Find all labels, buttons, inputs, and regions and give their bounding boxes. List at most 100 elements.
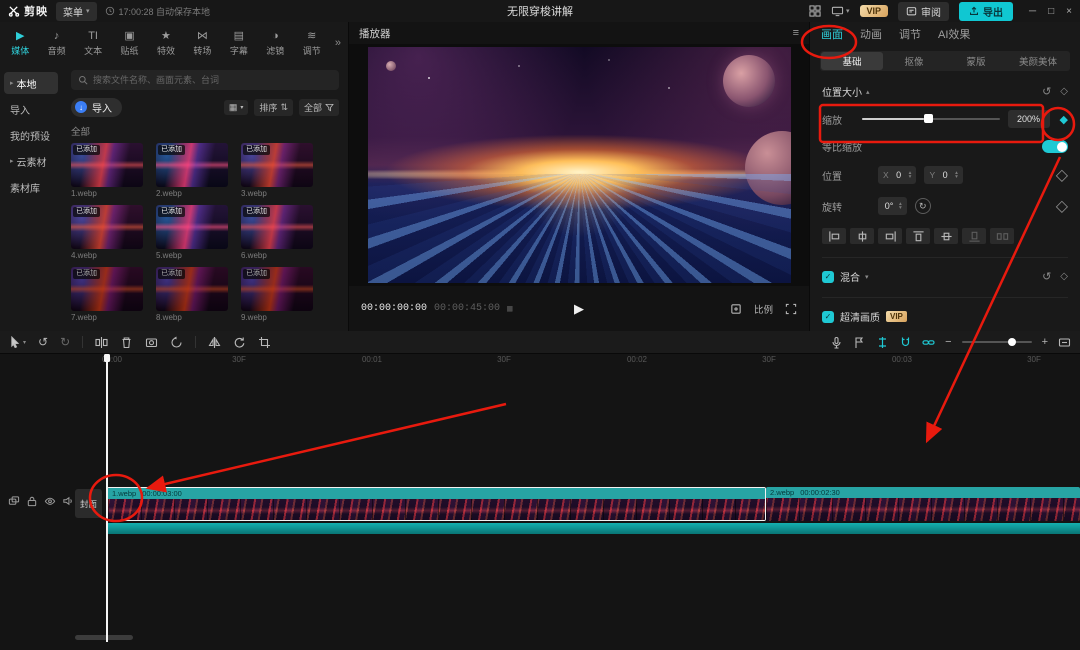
freeze-frame-button[interactable] [145, 336, 158, 349]
tab-animation[interactable]: 动画 [860, 26, 882, 42]
layout-icon[interactable] [809, 5, 821, 17]
tab-ai-effects[interactable]: AI效果 [938, 26, 970, 42]
uniform-scale-toggle[interactable] [1042, 140, 1068, 153]
step-down-icon[interactable]: ▾ [955, 175, 958, 180]
media-thumbnail[interactable]: 已添加 [241, 143, 313, 187]
align-right-button[interactable] [878, 228, 902, 244]
main-track-icon[interactable] [8, 495, 20, 507]
rotation-dial[interactable]: ↻ [915, 198, 931, 214]
mirror-button[interactable] [208, 336, 221, 349]
lock-track-icon[interactable] [26, 495, 38, 507]
y-value[interactable]: 0 [939, 170, 951, 180]
step-down-icon[interactable]: ▾ [909, 175, 912, 180]
tab-audio[interactable]: ♪ 音频 [38, 22, 74, 64]
tab-sticker[interactable]: ▣ 贴纸 [111, 22, 147, 64]
clip-filmstrip[interactable] [108, 499, 765, 521]
fullscreen-icon[interactable] [785, 303, 797, 315]
reverse-button[interactable] [170, 336, 183, 349]
fit-timeline-button[interactable] [1058, 336, 1071, 349]
scale-keyframe-button[interactable]: ◆ [1060, 113, 1068, 126]
scale-value[interactable]: 200% [1008, 110, 1050, 128]
media-item[interactable]: 已添加 5.webp [156, 205, 228, 260]
media-thumbnail[interactable]: 已添加 [156, 143, 228, 187]
media-item[interactable]: 已添加 6.webp [241, 205, 313, 260]
close-button[interactable]: × [1066, 6, 1072, 17]
tab-captions[interactable]: ▤ 字幕 [221, 22, 257, 64]
timeline-zoom-slider[interactable] [962, 341, 1032, 343]
tab-media[interactable]: ▶ 媒体 [2, 22, 38, 64]
search-input[interactable] [93, 75, 332, 85]
sidebar-item-local[interactable]: ▸ 本地 [4, 72, 58, 94]
vip-badge[interactable]: VIP [860, 5, 889, 17]
keyframe-icon[interactable]: ◇ [1060, 271, 1068, 282]
delete-button[interactable] [120, 336, 133, 349]
mute-track-icon[interactable] [62, 495, 74, 507]
maximize-button[interactable]: □ [1048, 6, 1054, 17]
media-thumbnail[interactable]: 已添加 [241, 205, 313, 249]
blend-checkbox[interactable]: ✓ [822, 271, 834, 283]
subtab-mask[interactable]: 蒙版 [945, 52, 1007, 70]
position-keyframe-icon[interactable]: ◇ [1056, 165, 1068, 185]
media-item[interactable]: 已添加 1.webp [71, 143, 143, 198]
media-item[interactable]: 已添加 3.webp [241, 143, 313, 198]
subtab-beauty[interactable]: 美颜美体 [1007, 52, 1069, 70]
export-button[interactable]: 导出 [959, 2, 1013, 21]
display-mode-button[interactable]: ▾ [831, 5, 850, 17]
step-down-icon[interactable]: ▾ [899, 206, 902, 211]
zoom-out-button[interactable]: − [945, 336, 951, 348]
import-button[interactable]: ↓ 导入 [71, 98, 122, 117]
media-thumbnail[interactable]: 已添加 [71, 143, 143, 187]
more-tabs-chevron[interactable]: » [330, 22, 346, 64]
cover-button[interactable]: 封面 [75, 489, 102, 518]
media-thumbnail[interactable]: 已添加 [71, 267, 143, 311]
tab-effects[interactable]: ★ 特效 [148, 22, 184, 64]
sidebar-item-library[interactable]: 素材库 [4, 176, 58, 198]
x-value[interactable]: 0 [893, 170, 905, 180]
media-item[interactable]: 已添加 7.webp [71, 267, 143, 322]
media-thumbnail[interactable]: 已添加 [71, 205, 143, 249]
auto-beat-button[interactable] [853, 336, 866, 349]
timeline-ruler[interactable]: 00:00 30F 00:01 30F 00:02 30F 00:03 30F [0, 354, 1080, 367]
sidebar-item-cloud[interactable]: ▸ 云素材 [4, 150, 58, 172]
preview-axis-button[interactable] [876, 336, 889, 349]
keyframe-icon[interactable]: ◇ [1060, 86, 1068, 97]
snap-magnet-button[interactable] [899, 336, 912, 349]
record-voiceover-button[interactable] [830, 336, 843, 349]
media-item[interactable]: 已添加 8.webp [156, 267, 228, 322]
rotate-button[interactable] [233, 336, 246, 349]
ratio-button[interactable]: 比例 [754, 302, 773, 316]
clip-2[interactable]: 2.webp 00:00:02:30 [766, 487, 1080, 521]
tab-transitions[interactable]: ⋈ 转场 [184, 22, 220, 64]
subtab-cutout[interactable]: 抠像 [883, 52, 945, 70]
review-button[interactable]: 审阅 [898, 2, 949, 21]
clip-1[interactable]: 1.webp 00:00:03:00 [107, 487, 766, 521]
select-tool-button[interactable]: ▾ [9, 336, 26, 348]
fit-frame-icon[interactable] [730, 303, 742, 315]
chevron-down-icon[interactable]: ▾ [865, 273, 869, 281]
align-bottom-button[interactable] [962, 228, 986, 244]
clip-filmstrip[interactable] [766, 498, 1080, 521]
search-bar[interactable] [71, 70, 339, 90]
timeline-scrollbar[interactable] [75, 635, 133, 640]
redo-button[interactable]: ↻ [60, 335, 70, 349]
video-preview[interactable] [368, 47, 791, 283]
align-middle-v-button[interactable] [934, 228, 958, 244]
zoom-in-button[interactable]: + [1042, 336, 1048, 348]
hide-track-icon[interactable] [44, 495, 56, 507]
media-item[interactable]: 已添加 2.webp [156, 143, 228, 198]
media-item[interactable]: 已添加 4.webp [71, 205, 143, 260]
sidebar-item-presets[interactable]: 我的预设 [4, 124, 58, 146]
reset-icon[interactable]: ↺ [1042, 270, 1051, 283]
undo-button[interactable]: ↺ [38, 335, 48, 349]
distribute-button[interactable] [990, 228, 1014, 244]
menu-button[interactable]: 菜单 ▾ [56, 2, 97, 21]
linked-track-bar[interactable] [107, 523, 1080, 534]
scale-slider[interactable] [862, 118, 1000, 120]
collapse-icon[interactable]: ▴ [866, 88, 870, 96]
hd-checkbox[interactable]: ✓ [822, 311, 834, 323]
position-x-stepper[interactable]: X 0 ▴▾ [878, 166, 916, 184]
playhead[interactable] [106, 354, 108, 642]
media-item[interactable]: 已添加 9.webp [241, 267, 313, 322]
subtab-basic[interactable]: 基础 [821, 52, 883, 70]
align-left-button[interactable] [822, 228, 846, 244]
